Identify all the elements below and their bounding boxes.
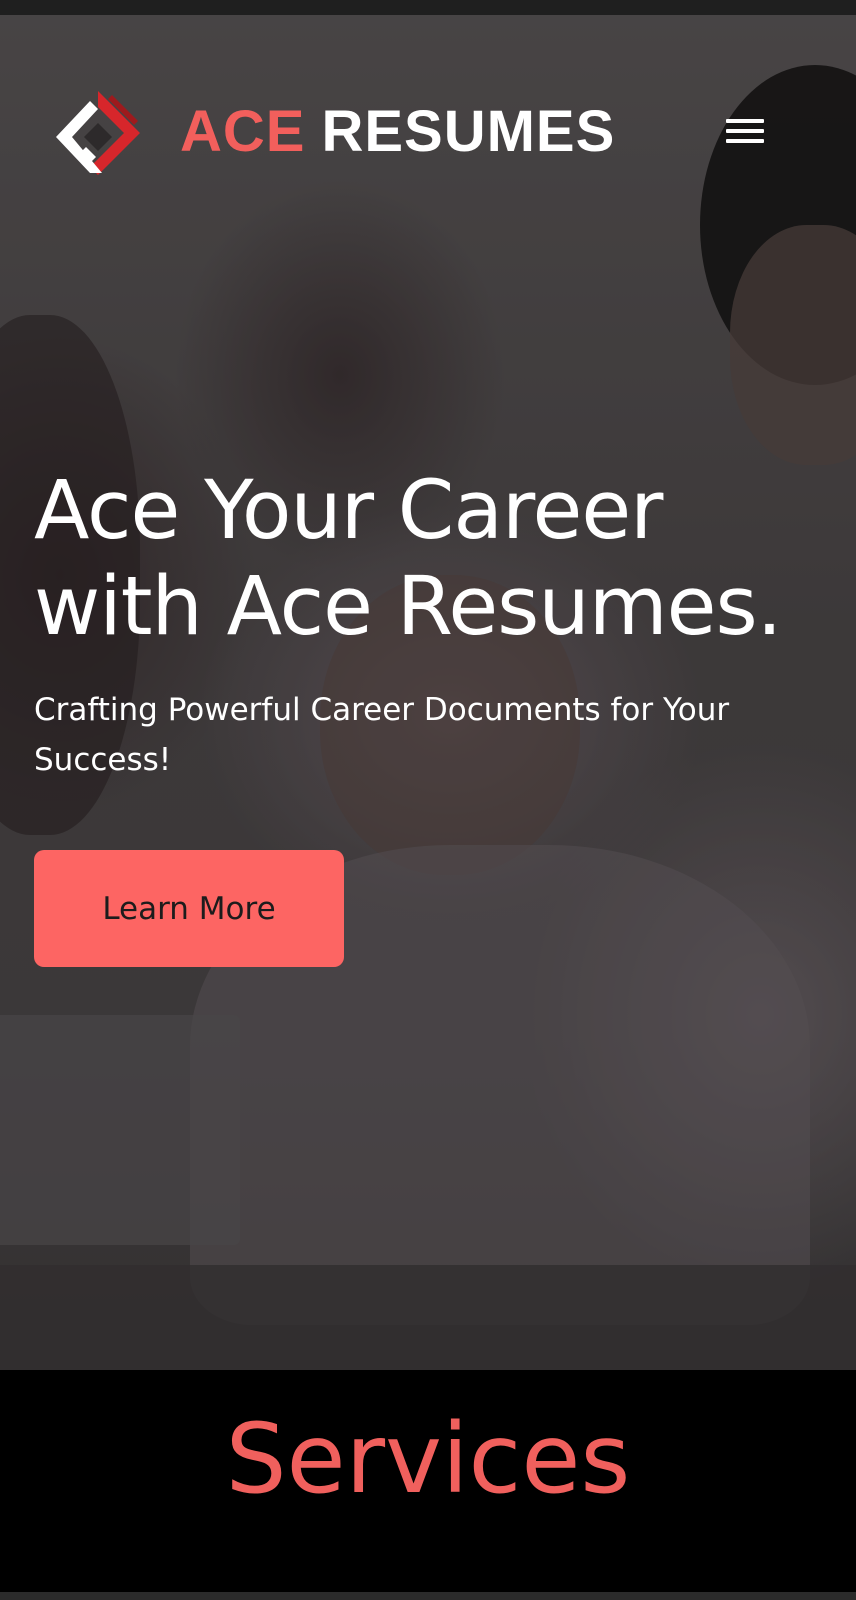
hero-section: ACE RESUMES Ace Your Career with Ace Resu… bbox=[0, 15, 856, 1370]
hero-headline: Ace Your Career with Ace Resumes. bbox=[34, 464, 782, 654]
hamburger-menu-icon bbox=[726, 119, 764, 123]
brand-name: ACE RESUMES bbox=[180, 99, 615, 165]
brand-name-part2: RESUMES bbox=[321, 99, 616, 164]
brand-name-part1: ACE bbox=[180, 99, 306, 164]
services-section: Services bbox=[0, 1370, 856, 1592]
ace-resumes-logo-icon bbox=[56, 91, 140, 175]
services-title: Services bbox=[225, 1403, 631, 1515]
learn-more-button[interactable]: Learn More bbox=[34, 850, 344, 967]
bottom-strip bbox=[0, 1592, 856, 1600]
hamburger-menu-button[interactable] bbox=[726, 119, 766, 147]
top-status-strip bbox=[0, 0, 856, 15]
hero-subheadline: Crafting Powerful Career Documents for Y… bbox=[34, 692, 730, 778]
